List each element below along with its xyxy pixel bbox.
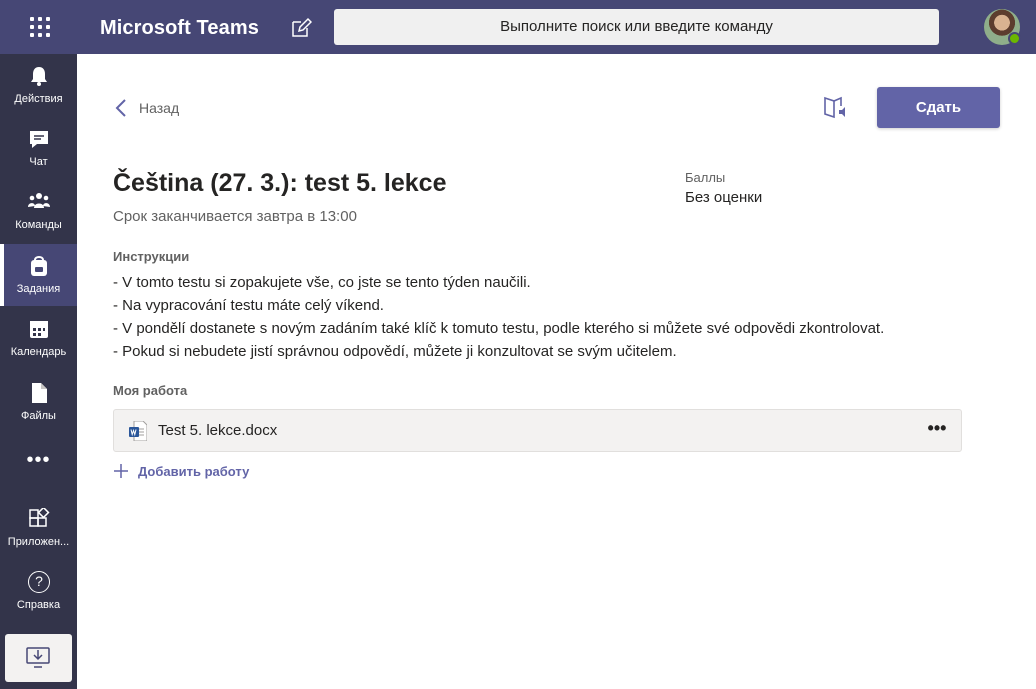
top-bar: Microsoft Teams Выполните поиск или введ… [0,0,1036,54]
backpack-icon [31,256,47,276]
presence-available-icon [1008,32,1021,45]
rail-item-activity[interactable]: Действия [0,54,77,116]
instructions-text: - V tomto testu si zopakujete vše, co js… [113,271,993,363]
apps-icon [29,508,50,527]
calendar-icon [30,321,48,338]
assignment-title: Čeština (27. 3.): test 5. lekce [113,169,447,197]
instruction-line: - Na vypracování testu máte celý víkend. [113,297,384,314]
plus-icon [114,464,128,478]
rail-item-label: Файлы [21,410,56,422]
search-input[interactable]: Выполните поиск или введите команду [334,9,939,45]
my-work-label: Моя работа [113,383,188,398]
help-icon: ? [28,571,50,593]
teams-icon [28,193,50,208]
instruction-line: - Pokud si nebudete jistí správnou odpov… [113,343,677,360]
rail-item-apps[interactable]: Приложен... [0,497,77,559]
rail-item-teams[interactable]: Команды [0,180,77,242]
rail-item-chat[interactable]: Чат [0,117,77,179]
instruction-line: - V pondělí dostanete s novým zadáním ta… [113,320,885,337]
compose-icon[interactable] [290,17,312,39]
rail-item-label: Приложен... [7,536,70,548]
immersive-reader-icon[interactable] [823,94,849,120]
rail-item-label: Действия [14,93,63,105]
back-label: Назад [139,100,180,116]
points-value: Без оценки [685,189,763,206]
rail-item-label: Справка [16,599,61,611]
rail-item-label: Чат [29,156,48,168]
add-work-label: Добавить работу [138,463,250,479]
more-apps-icon[interactable]: ••• [0,449,77,479]
instructions-label: Инструкции [113,249,190,264]
file-icon [32,383,47,403]
points-label: Баллы [685,170,726,185]
add-work-button[interactable]: Добавить работу [113,461,249,481]
chat-icon [30,131,48,148]
left-rail: Действия Чат Команды Задания Календарь Ф… [0,54,77,689]
attached-file[interactable]: Test 5. lekce.docx ••• [113,409,962,452]
bell-icon [31,67,47,86]
app-launcher-icon[interactable] [24,13,52,41]
file-name[interactable]: Test 5. lekce.docx [158,422,277,439]
assignment-details: Назад Сдать Čeština (27. 3.): test 5. le… [77,54,1036,689]
rail-item-calendar[interactable]: Календарь [0,307,77,369]
rail-item-label: Задания [16,283,61,295]
back-link[interactable]: Назад [115,98,179,118]
word-file-icon [129,421,147,441]
rail-item-label: Календарь [10,346,67,358]
download-icon [26,647,50,668]
rail-item-files[interactable]: Файлы [0,371,77,433]
rail-item-label: Команды [15,219,62,231]
due-date: Срок заканчивается завтра в 13:00 [113,208,357,225]
rail-item-help[interactable]: ? Справка [0,560,77,622]
rail-item-assignments[interactable]: Задания [0,244,77,306]
instruction-line: - V tomto testu si zopakujete vše, co js… [113,274,531,291]
download-app-button[interactable] [5,634,72,682]
chevron-left-icon [115,99,126,117]
app-title: Microsoft Teams [100,17,259,39]
more-options-icon[interactable]: ••• [925,418,949,442]
submit-button[interactable]: Сдать [877,87,1000,128]
